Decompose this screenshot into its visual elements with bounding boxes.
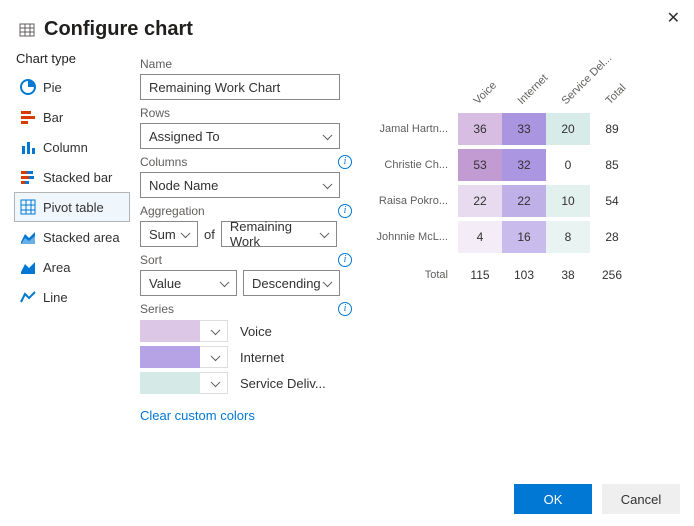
series-label: Series: [140, 302, 174, 316]
pivot-cell: 53: [458, 149, 502, 181]
pivot-total-cell: 256: [590, 259, 634, 291]
name-label: Name: [140, 57, 172, 71]
pivot-total-row: Total11510338256: [372, 255, 680, 295]
series-name: Service Deliv...: [240, 376, 326, 391]
close-button[interactable]: ✕: [663, 6, 684, 30]
stacked-area-icon: [19, 228, 37, 246]
column-icon: [19, 138, 37, 156]
rows-select[interactable]: Assigned To: [140, 123, 340, 149]
dialog-title: Configure chart: [44, 18, 193, 41]
aggregation-function-select[interactable]: Sum: [140, 221, 198, 247]
area-icon: [19, 258, 37, 276]
chart-type-label: Chart type: [16, 51, 130, 66]
series-color-select[interactable]: [200, 372, 228, 394]
bar-icon: [19, 108, 37, 126]
pivot-cell: 33: [502, 113, 546, 145]
series-row: Service Deliv...: [140, 372, 352, 394]
pivot-total-cell: 38: [546, 259, 590, 291]
chart-type-label-text: Area: [43, 260, 70, 275]
pivot-total-cell: 115: [458, 259, 502, 291]
pivot-cell: 32: [502, 149, 546, 181]
pivot-row: Johnnie McL...416828: [372, 219, 680, 255]
pivot-row-label: Total: [372, 269, 458, 281]
aggregation-info-icon[interactable]: i: [338, 204, 352, 218]
series-color-select[interactable]: [200, 320, 228, 342]
pivot-cell: 4: [458, 221, 502, 253]
pivot-cell: 16: [502, 221, 546, 253]
pivot-column-header: Service Del...: [546, 61, 590, 111]
chart-type-label-text: Stacked area: [43, 230, 120, 245]
pivot-cell: 20: [546, 113, 590, 145]
chart-type-column[interactable]: Column: [14, 132, 130, 162]
chart-type-bar[interactable]: Bar: [14, 102, 130, 132]
aggregation-label: Aggregation: [140, 204, 205, 218]
chart-type-label-text: Bar: [43, 110, 63, 125]
series-info-icon[interactable]: i: [338, 302, 352, 316]
pivot-cell: 85: [590, 149, 634, 181]
columns-label: Columns: [140, 155, 187, 169]
chart-table-icon: [18, 21, 36, 39]
pivot-table-icon: [19, 198, 37, 216]
chart-type-panel: Chart type Pie Bar Column Stacked bar Pi…: [14, 51, 130, 423]
pivot-cell: 89: [590, 113, 634, 145]
series-name: Internet: [240, 350, 284, 365]
pivot-row: Raisa Pokro...22221054: [372, 183, 680, 219]
pie-icon: [19, 78, 37, 96]
clear-custom-colors-link[interactable]: Clear custom colors: [140, 408, 255, 423]
pivot-cell: 54: [590, 185, 634, 217]
series-color-select[interactable]: [200, 346, 228, 368]
sort-info-icon[interactable]: i: [338, 253, 352, 267]
pivot-column-header: Voice: [458, 61, 502, 111]
aggregation-of-text: of: [204, 227, 215, 242]
series-color-swatch[interactable]: [140, 320, 200, 342]
chart-type-stacked-area[interactable]: Stacked area: [14, 222, 130, 252]
aggregation-field-select[interactable]: Remaining Work: [221, 221, 337, 247]
pivot-total-cell: 103: [502, 259, 546, 291]
pivot-row-label: Christie Ch...: [372, 159, 458, 171]
pivot-cell: 10: [546, 185, 590, 217]
rows-label: Rows: [140, 106, 170, 120]
config-panel: Name Remaining Work Chart Rows Assigned …: [130, 51, 352, 423]
pivot-cell: 22: [458, 185, 502, 217]
series-row: Internet: [140, 346, 352, 368]
chart-type-line[interactable]: Line: [14, 282, 130, 312]
sort-label: Sort: [140, 253, 162, 267]
cancel-button[interactable]: Cancel: [602, 484, 680, 514]
chart-type-stacked-bar[interactable]: Stacked bar: [14, 162, 130, 192]
columns-select[interactable]: Node Name: [140, 172, 340, 198]
chart-type-label-text: Pivot table: [43, 200, 104, 215]
line-icon: [19, 288, 37, 306]
pivot-row-label: Johnnie McL...: [372, 231, 458, 243]
chart-type-pivot-table[interactable]: Pivot table: [14, 192, 130, 222]
pivot-row-label: Jamal Hartn...: [372, 123, 458, 135]
chart-type-label-text: Line: [43, 290, 68, 305]
pivot-cell: 36: [458, 113, 502, 145]
pivot-cell: 8: [546, 221, 590, 253]
pivot-cell: 0: [546, 149, 590, 181]
chart-preview: VoiceInternetService Del...Total Jamal H…: [352, 51, 680, 423]
pivot-row-label: Raisa Pokro...: [372, 195, 458, 207]
series-name: Voice: [240, 324, 272, 339]
pivot-row: Christie Ch...5332085: [372, 147, 680, 183]
series-color-swatch[interactable]: [140, 346, 200, 368]
pivot-column-header: Internet: [502, 61, 546, 111]
ok-button[interactable]: OK: [514, 484, 592, 514]
chart-type-area[interactable]: Area: [14, 252, 130, 282]
sort-by-select[interactable]: Value: [140, 270, 237, 296]
name-input[interactable]: Remaining Work Chart: [140, 74, 340, 100]
pivot-cell: 22: [502, 185, 546, 217]
chart-type-label-text: Pie: [43, 80, 62, 95]
series-color-swatch[interactable]: [140, 372, 200, 394]
series-row: Voice: [140, 320, 352, 342]
pivot-row: Jamal Hartn...36332089: [372, 111, 680, 147]
chart-type-label-text: Column: [43, 140, 88, 155]
pivot-cell: 28: [590, 221, 634, 253]
chart-type-pie[interactable]: Pie: [14, 72, 130, 102]
sort-direction-select[interactable]: Descending: [243, 270, 340, 296]
pivot-column-header: Total: [590, 61, 634, 111]
chart-type-label-text: Stacked bar: [43, 170, 112, 185]
columns-info-icon[interactable]: i: [338, 155, 352, 169]
stacked-bar-icon: [19, 168, 37, 186]
